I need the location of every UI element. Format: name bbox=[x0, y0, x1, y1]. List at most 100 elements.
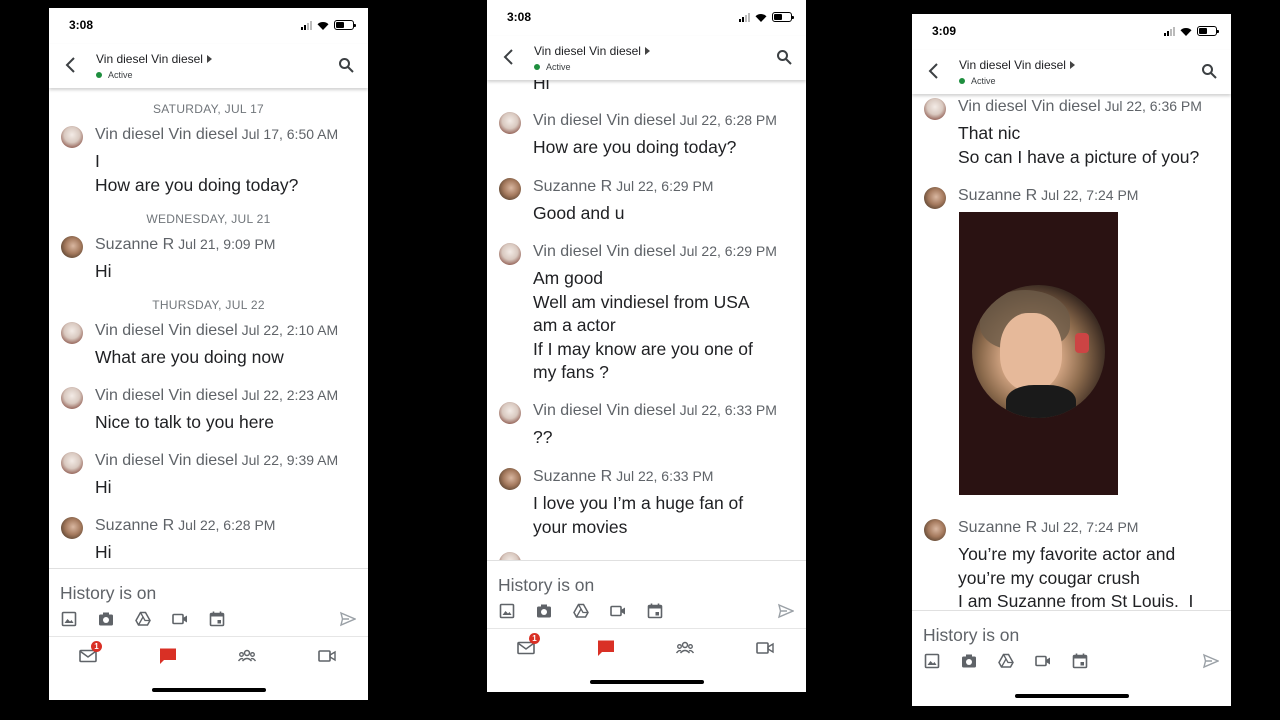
send-icon[interactable] bbox=[778, 603, 794, 619]
avatar[interactable] bbox=[61, 236, 83, 258]
date-divider: SATURDAY, JUL 17 bbox=[152, 102, 265, 116]
avatar[interactable] bbox=[61, 517, 83, 539]
drive-icon[interactable] bbox=[573, 603, 589, 619]
message: Vin diesel Vin diesel Jul 17, 6:50 AM I H… bbox=[61, 126, 360, 196]
cellular-signal-icon bbox=[739, 12, 750, 22]
avatar[interactable] bbox=[61, 126, 83, 148]
message-text: Hi bbox=[95, 542, 112, 562]
avatar[interactable] bbox=[61, 322, 83, 344]
avatar[interactable] bbox=[924, 519, 946, 541]
history-status[interactable]: History is on bbox=[923, 625, 1019, 646]
contact-name: Vin diesel Vin diesel bbox=[959, 58, 1066, 72]
avatar[interactable] bbox=[499, 243, 521, 265]
video-icon[interactable] bbox=[610, 603, 626, 619]
message-time: Jul 22, 2:23 AM bbox=[241, 387, 339, 403]
calendar-icon[interactable] bbox=[209, 611, 225, 627]
phone-screen-1: 3:08 Vin diesel Vin diesel Active SATURD… bbox=[49, 8, 368, 700]
sender-name: Vin diesel Vin diesel bbox=[533, 112, 676, 129]
avatar[interactable] bbox=[499, 112, 521, 134]
message-text: I love you I’m a huge fan of your movies bbox=[533, 493, 744, 537]
contact-info[interactable]: Vin diesel Vin diesel Active bbox=[959, 58, 1075, 86]
wifi-icon bbox=[317, 21, 329, 30]
meet-icon[interactable] bbox=[756, 639, 774, 657]
image-icon[interactable] bbox=[61, 611, 77, 627]
wifi-icon bbox=[755, 13, 767, 22]
message-time: Jul 22, 6:28 PM bbox=[178, 517, 276, 533]
search-icon[interactable] bbox=[338, 57, 354, 73]
camera-icon[interactable] bbox=[98, 611, 114, 627]
avatar[interactable] bbox=[499, 178, 521, 200]
search-icon[interactable] bbox=[776, 49, 792, 65]
video-icon[interactable] bbox=[1035, 653, 1051, 669]
home-indicator[interactable] bbox=[1014, 694, 1129, 698]
rooms-icon[interactable] bbox=[676, 639, 694, 657]
history-status[interactable]: History is on bbox=[498, 575, 594, 596]
sender-name: Suzanne R bbox=[95, 517, 175, 534]
message-text: You’re my favorite actor and you’re my c… bbox=[958, 544, 1194, 610]
shared-photo[interactable] bbox=[959, 212, 1118, 495]
message-text: That nic So can I have a picture of you? bbox=[958, 123, 1200, 167]
message: Vin diesel Vin diesel Jul 22, 6:33 PM ?? bbox=[499, 402, 798, 452]
avatar[interactable] bbox=[499, 402, 521, 424]
message-composer: History is on bbox=[487, 560, 806, 628]
sender-name: Suzanne R bbox=[533, 468, 613, 485]
avatar[interactable] bbox=[924, 187, 946, 209]
chevron-right-icon bbox=[206, 55, 212, 63]
message-time: Jul 22, 6:33 PM bbox=[616, 468, 714, 484]
wifi-icon bbox=[1180, 27, 1192, 36]
status-bar: 3:08 bbox=[487, 0, 806, 36]
status-time: 3:08 bbox=[507, 10, 532, 24]
chat-header: Vin diesel Vin diesel Active bbox=[912, 50, 1231, 94]
avatar[interactable] bbox=[61, 387, 83, 409]
message-list[interactable]: SATURDAY, JUL 17 Vin diesel Vin diesel Ju… bbox=[49, 88, 368, 568]
calendar-icon[interactable] bbox=[647, 603, 663, 619]
contact-info[interactable]: Vin diesel Vin diesel Active bbox=[534, 44, 650, 72]
rooms-icon[interactable] bbox=[238, 647, 256, 665]
active-dot-icon bbox=[96, 72, 102, 78]
sender-name: Vin diesel Vin diesel bbox=[533, 402, 676, 419]
avatar[interactable] bbox=[61, 452, 83, 474]
camera-icon[interactable] bbox=[961, 653, 977, 669]
back-arrow-icon[interactable] bbox=[926, 62, 942, 80]
message-time: Jul 22, 7:24 PM bbox=[1041, 187, 1139, 203]
send-icon[interactable] bbox=[1203, 653, 1219, 669]
meet-icon[interactable] bbox=[318, 647, 336, 665]
chevron-right-icon bbox=[1069, 61, 1075, 69]
search-icon[interactable] bbox=[1201, 63, 1217, 79]
avatar[interactable] bbox=[499, 468, 521, 490]
avatar[interactable] bbox=[924, 98, 946, 120]
back-arrow-icon[interactable] bbox=[501, 48, 517, 66]
message: Suzanne R Jul 22, 6:33 PM I love you I’m … bbox=[499, 468, 798, 542]
home-indicator[interactable] bbox=[589, 680, 704, 684]
chat-icon[interactable] bbox=[159, 647, 177, 665]
home-indicator[interactable] bbox=[151, 688, 266, 692]
message-time: Jul 21, 9:09 PM bbox=[178, 236, 276, 252]
contact-name: Vin diesel Vin diesel bbox=[96, 52, 203, 66]
battery-icon bbox=[772, 12, 794, 22]
calendar-icon[interactable] bbox=[1072, 653, 1088, 669]
history-status[interactable]: History is on bbox=[60, 583, 156, 604]
message: Vin diesel Vin diesel Jul 22, 2:23 AM Nic… bbox=[61, 387, 360, 437]
message: Vin diesel Vin diesel Jul 22, 6:36 PM Tha… bbox=[924, 98, 1223, 172]
drive-icon[interactable] bbox=[135, 611, 151, 627]
chat-icon[interactable] bbox=[597, 639, 615, 657]
message-text: Nice to talk to you here bbox=[95, 412, 274, 432]
image-icon[interactable] bbox=[924, 653, 940, 669]
send-icon[interactable] bbox=[340, 611, 356, 627]
message-text: Am good Well am vindiesel from USA am a … bbox=[533, 268, 753, 382]
back-arrow-icon[interactable] bbox=[63, 56, 79, 74]
active-dot-icon bbox=[959, 78, 965, 84]
avatar[interactable] bbox=[499, 552, 521, 560]
video-icon[interactable] bbox=[172, 611, 188, 627]
contact-info[interactable]: Vin diesel Vin diesel Active bbox=[96, 52, 212, 80]
presence-status: Active bbox=[534, 62, 650, 72]
drive-icon[interactable] bbox=[998, 653, 1014, 669]
message-time: Jul 22, 6:29 PM bbox=[679, 243, 777, 259]
message-time: Jul 22, 6:28 PM bbox=[679, 112, 777, 128]
image-icon[interactable] bbox=[499, 603, 515, 619]
message-list[interactable]: Vin diesel Vin diesel Jul 22, 6:36 PM Tha… bbox=[912, 94, 1231, 610]
camera-icon[interactable] bbox=[536, 603, 552, 619]
sender-name: Vin diesel Vin diesel bbox=[533, 243, 676, 260]
message-list[interactable]: Hi Vin diesel Vin diesel Jul 22, 6:28 PM … bbox=[487, 80, 806, 560]
message-time: Jul 22, 7:24 PM bbox=[1041, 519, 1139, 535]
